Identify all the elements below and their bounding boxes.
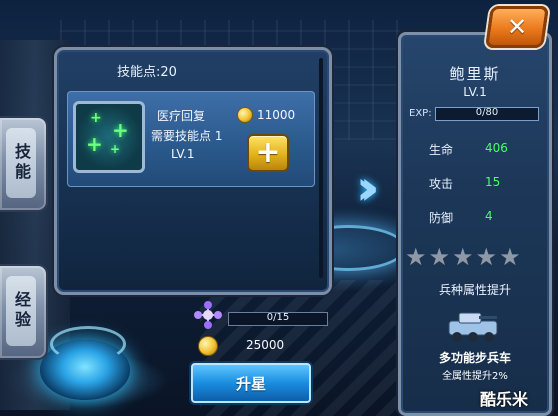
tab-experience[interactable]: 经验 <box>0 264 48 360</box>
stat-hp-label: 生命 <box>429 143 454 157</box>
upgrade-cost: 25000 <box>246 338 285 352</box>
coin-icon <box>198 336 218 356</box>
star-icon: ★ <box>452 243 474 271</box>
skill-card[interactable]: + + + + 医疗回复 11000 需要技能点 1 LV.1 + <box>67 91 315 187</box>
tab-skill[interactable]: 技能 <box>0 116 48 212</box>
teleport-pad <box>40 326 130 400</box>
exp-progress-text: 0/80 <box>475 107 499 118</box>
stat-defense-label: 防御 <box>429 211 454 225</box>
skill-requirement: 需要技能点 1 <box>151 129 223 143</box>
star-rating: ★ ★ ★ ★ ★ <box>405 243 521 271</box>
unit-name: 多功能步兵车 <box>438 351 511 365</box>
chevron-right-icon: ›› <box>356 160 379 216</box>
stat-hp-value: 406 <box>485 141 508 155</box>
stat-attack-value: 15 <box>485 175 501 189</box>
star-icon: ★ <box>499 243 521 271</box>
unit-bonus: 全属性提升2% <box>442 371 508 382</box>
close-icon: ✕ <box>506 13 528 41</box>
upgrade-star-label: 升星 <box>235 374 266 393</box>
game-screen: 技能 经验 技能点:20 + + + + 医疗回复 11000 需要技能点 1 … <box>0 0 558 416</box>
exp-label: EXP: <box>409 108 432 119</box>
hero-level: LV.1 <box>463 85 487 99</box>
coin-icon <box>237 107 253 123</box>
star-icon: ★ <box>405 243 427 271</box>
skill-points-label: 技能点:20 <box>117 65 177 80</box>
hero-name: 鲍里斯 <box>449 65 501 83</box>
stat-attack-label: 攻击 <box>429 177 454 191</box>
upgrade-material-icon <box>194 301 222 329</box>
armored-vehicle-icon <box>448 312 498 342</box>
skill-panel: 技能点:20 + + + + 医疗回复 11000 需要技能点 1 LV.1 + <box>54 47 332 295</box>
plus-icon: + <box>255 135 281 170</box>
tab-skill-inner: 技能 <box>6 128 36 198</box>
skill-name: 医疗回复 <box>157 109 206 123</box>
medical-cross-icon: + + + + <box>73 101 145 173</box>
close-button[interactable]: ✕ <box>485 6 549 48</box>
upgrade-progress-text: 0/15 <box>266 312 290 323</box>
skill-cost-value: 11000 <box>257 108 296 122</box>
hero-info-panel: 鲍里斯 LV.1 EXP: 0/80 生命 406 攻击 15 防御 4 ★ ★ ★… <box>398 32 552 416</box>
tab-skill-label: 技能 <box>12 143 31 183</box>
unit-upgrade-title: 兵种属性提升 <box>438 283 511 297</box>
scrollbar[interactable] <box>319 58 323 278</box>
star-icon: ★ <box>428 243 451 271</box>
skill-cost: 11000 <box>237 107 295 123</box>
stat-defense-value: 4 <box>485 209 493 223</box>
exp-progress-bar: 0/80 <box>435 107 539 121</box>
upgrade-progress-bar: 0/15 <box>228 312 328 326</box>
upgrade-star-button[interactable]: 升星 <box>191 363 311 403</box>
skill-level: LV.1 <box>171 147 195 161</box>
tab-experience-inner: 经验 <box>6 276 36 346</box>
star-icon: ★ <box>475 243 498 271</box>
learn-skill-button[interactable]: + <box>247 134 289 172</box>
tab-experience-label: 经验 <box>12 291 31 331</box>
watermark: 酷乐米 <box>480 390 529 409</box>
